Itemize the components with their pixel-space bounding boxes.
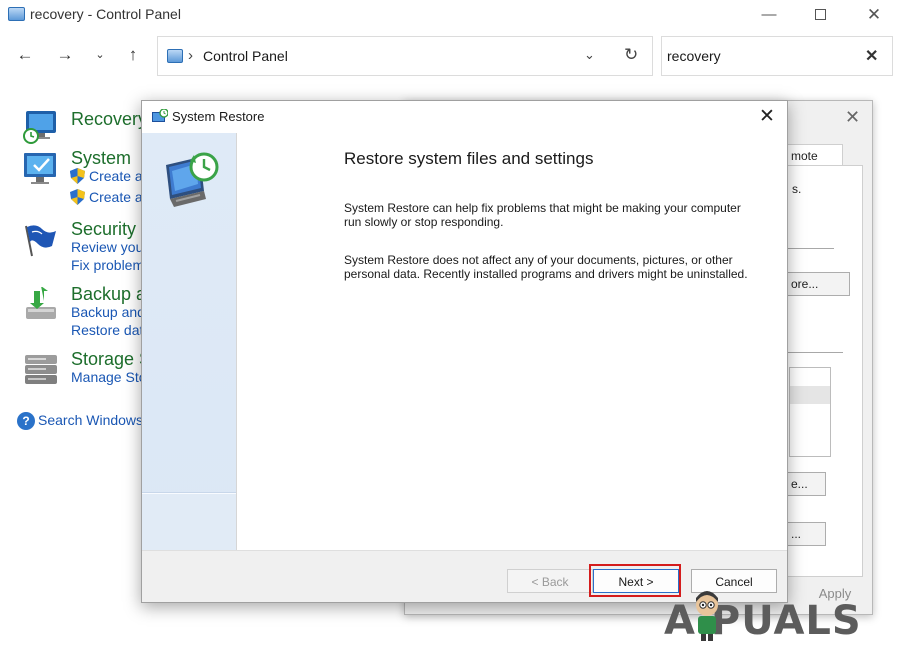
system-properties-tab-panel: s. ore... e... ... bbox=[782, 165, 863, 577]
result-recovery: Recovery bbox=[0, 105, 143, 145]
search-windows-help-link[interactable]: Search Windows bbox=[38, 412, 143, 428]
breadcrumb-chevron-icon[interactable]: › bbox=[188, 47, 193, 64]
window-title: recovery - Control Panel bbox=[30, 6, 181, 22]
backup-icon bbox=[26, 287, 56, 319]
dialog-title: System Restore bbox=[172, 109, 265, 124]
system-restore-dialog: System Restore ✕ Restore system files an… bbox=[141, 100, 788, 603]
backup-link-1[interactable]: Backup and bbox=[71, 304, 143, 320]
up-arrow-icon[interactable]: ↑ bbox=[122, 44, 144, 66]
recovery-icon bbox=[23, 111, 56, 144]
search-results: Recovery System Create a Create a Securi… bbox=[0, 95, 143, 455]
search-input[interactable]: recovery ✕ bbox=[661, 36, 893, 76]
list-item[interactable] bbox=[790, 386, 830, 404]
watermark-mascot-icon bbox=[696, 591, 718, 641]
security-heading[interactable]: Security bbox=[71, 219, 143, 240]
system-link-2[interactable]: Create a bbox=[89, 189, 143, 205]
system-restore-button[interactable]: ore... bbox=[782, 272, 850, 296]
storage-icon bbox=[25, 355, 57, 384]
storage-heading[interactable]: Storage S bbox=[71, 349, 143, 370]
result-system: System Create a Create a bbox=[0, 147, 143, 209]
maximize-icon bbox=[814, 9, 826, 20]
result-storage: Storage S Manage Sto bbox=[0, 348, 143, 393]
protection-settings-list[interactable] bbox=[789, 367, 831, 457]
storage-link-1[interactable]: Manage Sto bbox=[71, 369, 143, 385]
wizard-heading: Restore system files and settings bbox=[344, 149, 594, 168]
navigation-bar: ← → ⌄ ↑ › Control Panel ⌄ ↻ recovery ✕ bbox=[0, 34, 900, 78]
appuals-watermark: A PUALS bbox=[664, 590, 874, 650]
divider bbox=[788, 248, 834, 249]
system-heading[interactable]: System bbox=[71, 148, 143, 169]
clear-search-icon[interactable]: ✕ bbox=[865, 46, 878, 66]
forward-arrow-icon[interactable]: → bbox=[54, 44, 76, 66]
tab-system-protection-remote[interactable]: mote bbox=[783, 144, 843, 166]
address-dropdown-icon[interactable]: ⌄ bbox=[584, 47, 595, 63]
system-monitor-icon bbox=[24, 153, 56, 184]
configure-button[interactable]: e... bbox=[782, 472, 826, 496]
recent-locations-chevron-icon[interactable]: ⌄ bbox=[89, 44, 111, 66]
control-panel-app-icon bbox=[8, 7, 25, 21]
security-link-1[interactable]: Review you bbox=[71, 239, 143, 255]
close-icon[interactable]: ✕ bbox=[759, 105, 775, 128]
search-windows-help[interactable]: ? Search Windows bbox=[17, 411, 143, 431]
uac-shield-icon bbox=[70, 189, 85, 205]
system-properties-close-icon[interactable]: ✕ bbox=[845, 107, 860, 128]
security-link-2[interactable]: Fix problem bbox=[71, 257, 143, 273]
wizard-description-1: System Restore can help fix problems tha… bbox=[344, 201, 741, 229]
control-panel-icon bbox=[167, 49, 183, 63]
divider bbox=[788, 352, 843, 353]
result-backup: Backup a Backup and Restore dat bbox=[0, 283, 143, 341]
control-panel-titlebar: recovery - Control Panel — ✕ bbox=[0, 0, 900, 30]
system-restore-app-icon bbox=[152, 109, 168, 122]
close-window-button[interactable]: ✕ bbox=[862, 4, 886, 26]
system-link-1[interactable]: Create a bbox=[89, 168, 143, 184]
search-input-value[interactable]: recovery bbox=[667, 48, 721, 64]
backup-heading[interactable]: Backup a bbox=[71, 284, 143, 305]
address-bar[interactable]: › Control Panel ⌄ ↻ bbox=[157, 36, 653, 76]
back-button[interactable]: < Back bbox=[507, 569, 593, 593]
security-flag-icon bbox=[25, 225, 56, 257]
create-button[interactable]: ... bbox=[782, 522, 826, 546]
maximize-button[interactable] bbox=[808, 4, 832, 26]
result-security: Security Review you Fix problem bbox=[0, 218, 143, 276]
wizard-content: Restore system files and settings System… bbox=[236, 133, 787, 550]
sidebar-divider bbox=[142, 493, 236, 494]
system-properties-text-fragment: s. bbox=[792, 182, 802, 196]
wizard-description-2: System Restore does not affect any of yo… bbox=[344, 253, 748, 281]
system-restore-titlebar: System Restore ✕ bbox=[142, 101, 787, 133]
system-restore-wizard-icon bbox=[166, 152, 219, 207]
refresh-icon[interactable]: ↻ bbox=[624, 45, 638, 65]
back-arrow-icon[interactable]: ← bbox=[14, 44, 36, 66]
recovery-heading[interactable]: Recovery bbox=[71, 109, 143, 130]
breadcrumb-control-panel[interactable]: Control Panel bbox=[203, 48, 288, 64]
sidebar-lower-band bbox=[142, 492, 236, 550]
uac-shield-icon bbox=[70, 168, 85, 184]
minimize-button[interactable]: — bbox=[757, 4, 781, 26]
backup-link-2[interactable]: Restore dat bbox=[71, 322, 143, 338]
wizard-sidebar bbox=[142, 133, 236, 550]
help-icon: ? bbox=[17, 412, 35, 430]
